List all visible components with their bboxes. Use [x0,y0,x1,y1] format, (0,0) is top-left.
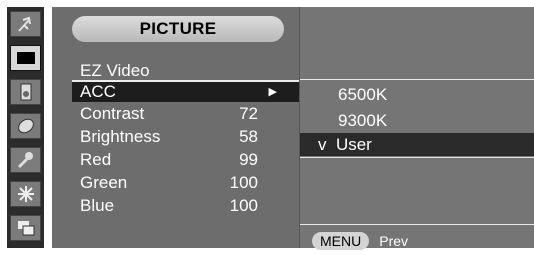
menu-item-ez-video[interactable]: EZ Video [80,61,280,81]
speaker-icon[interactable] [10,79,41,105]
menu-item-blue[interactable]: Blue 100 [80,196,258,216]
key-lock-icon[interactable] [10,147,41,173]
menu-button[interactable]: MENU [312,232,370,250]
picture-icon[interactable] [10,45,41,71]
right-arrow-icon: ▶ [268,86,277,98]
footer-hint: MENU Prev [312,232,408,250]
prev-label: Prev [379,233,409,249]
menu-item-label: Brightness [80,127,161,146]
menu-item-value: 100 [229,173,258,192]
antenna-icon[interactable] [10,11,41,37]
tv-osd: PICTURE EZ Video ACC ▶ Contrast 72 Brigh… [0,0,534,255]
special-icon[interactable] [10,181,41,207]
menu-item-red[interactable]: Red 99 [80,150,258,170]
menu-item-acc[interactable]: ACC ▶ [72,82,299,102]
menu-item-value: 72 [239,104,258,123]
picture-menu-panel: PICTURE EZ Video ACC ▶ Contrast 72 Brigh… [52,7,299,248]
menu-item-label: EZ Video [80,61,150,80]
menu-item-green[interactable]: Green 100 [80,173,258,193]
submenu-item-user[interactable]: v User [300,133,534,156]
divider [300,79,534,80]
menu-item-label: Green [80,173,128,192]
acc-submenu-panel: 6500K 9300K v User MENU Prev [299,7,534,250]
menu-item-contrast[interactable]: Contrast 72 [80,104,258,124]
menu-item-value: 100 [229,196,258,215]
menu-title-text: PICTURE [139,19,217,38]
menu-item-label: Contrast [80,104,145,123]
divider [300,157,534,158]
menu-title: PICTURE [72,16,284,42]
menu-item-brightness[interactable]: Brightness 58 [80,127,258,147]
menu-item-value: 99 [239,150,258,169]
submenu-item-6500k[interactable]: 6500K [338,85,387,105]
menu-item-label: ACC [80,82,116,101]
submenu-item-9300k[interactable]: 9300K [338,111,387,131]
time-icon[interactable] [10,113,41,139]
menu-item-label: Blue [80,196,115,215]
menu-item-label: Red [80,150,112,169]
menu-item-value: 58 [239,127,258,146]
screen-icon[interactable] [10,215,41,241]
menu-category-rail [7,7,44,248]
divider [300,224,534,225]
